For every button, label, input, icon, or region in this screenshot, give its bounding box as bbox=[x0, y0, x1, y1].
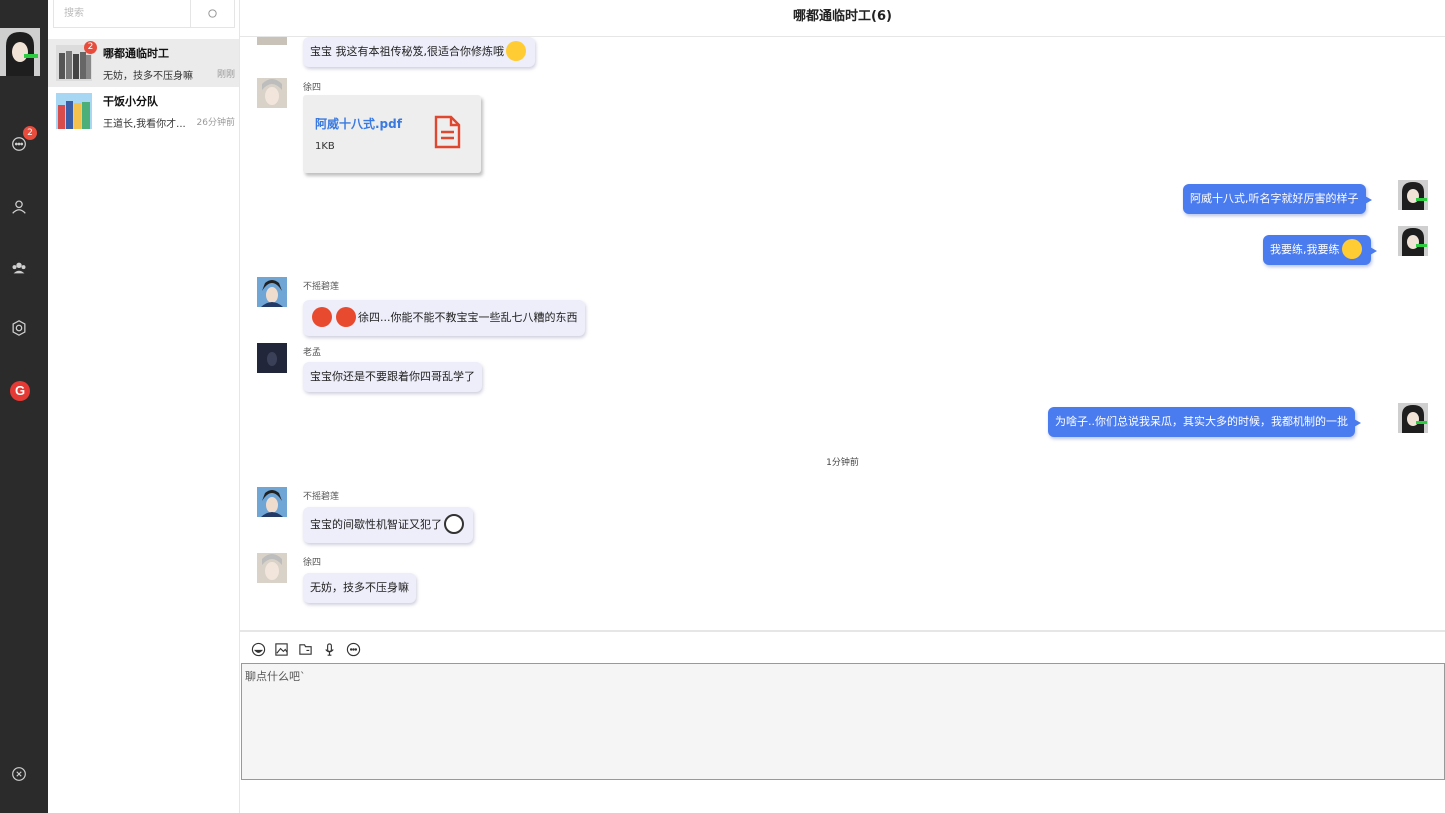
folder-button[interactable] bbox=[297, 641, 313, 657]
conversation-item[interactable]: 2 哪都通临时工 无妨，技多不压身嘛 刚刚 bbox=[48, 39, 239, 87]
message-text: 阿威十八式,听名字就好厉害的样子 bbox=[1190, 192, 1359, 205]
input-toolbar bbox=[240, 636, 1445, 662]
message-text: 无妨，技多不压身嘛 bbox=[310, 581, 409, 594]
message-input-area bbox=[241, 663, 1445, 780]
conversation-list: 2 哪都通临时工 无妨，技多不压身嘛 刚刚 干饭小分队 王道长,我看你才... … bbox=[48, 0, 240, 813]
contacts-icon[interactable] bbox=[9, 197, 29, 217]
message-bubble: 无妨，技多不压身嘛 bbox=[303, 573, 416, 603]
message-bubble: 宝宝 我这有本祖传秘笈,很适合你修炼哦 bbox=[303, 37, 535, 67]
voice-button[interactable] bbox=[321, 641, 337, 657]
message-text: 为啥子..你们总说我呆瓜，其实大多的时候，我都机制的一批 bbox=[1055, 415, 1348, 428]
search-input[interactable] bbox=[54, 0, 192, 27]
laughing-emoji-icon bbox=[506, 41, 526, 61]
last-message: 无妨，技多不压身嘛 bbox=[103, 71, 193, 82]
message-bubble: 宝宝你还是不要跟着你四哥乱学了 bbox=[303, 362, 482, 392]
file-attachment[interactable]: 阿威十八式.pdf 1KB bbox=[303, 95, 481, 173]
angry-emoji-icon bbox=[336, 307, 356, 327]
file-size: 1KB bbox=[315, 141, 335, 152]
user-avatar[interactable] bbox=[0, 28, 40, 76]
emoji-button[interactable] bbox=[250, 641, 266, 657]
sender-avatar bbox=[257, 343, 287, 373]
my-message-bubble: 为啥子..你们总说我呆瓜，其实大多的时候，我都机制的一批 bbox=[1048, 407, 1361, 437]
message-bubble: 徐四...你能不能不教宝宝一些乱七八糟的东西 bbox=[303, 300, 585, 336]
sender-avatar bbox=[257, 78, 287, 108]
time-divider: 1分钟前 bbox=[826, 458, 859, 468]
chat-badge: 2 bbox=[23, 126, 37, 140]
image-icon bbox=[274, 642, 288, 656]
groups-icon[interactable] bbox=[9, 258, 29, 278]
chat-panel: 哪都通临时工(6) 宝宝 我这有本祖传秘笈,很适合你修炼哦 徐四 阿威十八式.p… bbox=[240, 0, 1445, 813]
conversation-item[interactable]: 干饭小分队 王道长,我看你才... 26分钟前 bbox=[48, 87, 239, 135]
my-avatar bbox=[1398, 226, 1428, 256]
message-text: 宝宝 我这有本祖传秘笈,很适合你修炼哦 bbox=[310, 45, 504, 58]
sender-name: 不摇碧莲 bbox=[303, 282, 340, 292]
g-logo-icon[interactable]: G bbox=[10, 381, 30, 401]
sender-avatar bbox=[257, 37, 287, 45]
message-text: 宝宝的间歇性机智证又犯了 bbox=[310, 518, 442, 531]
penguin-emoji-icon bbox=[444, 514, 464, 534]
unread-badge: 2 bbox=[84, 41, 97, 54]
image-button[interactable] bbox=[273, 641, 289, 657]
message-text: 徐四...你能不能不教宝宝一些乱七八糟的东西 bbox=[358, 311, 578, 324]
smile-icon bbox=[251, 642, 265, 656]
message-list[interactable]: 宝宝 我这有本祖传秘笈,很适合你修炼哦 徐四 阿威十八式.pdf 1KB 阿威十… bbox=[240, 37, 1445, 632]
chat-bubble-icon bbox=[346, 642, 360, 656]
more-chat-button[interactable] bbox=[345, 641, 361, 657]
search-icon bbox=[208, 9, 217, 18]
my-message-bubble: 我要练,我要练 bbox=[1263, 235, 1376, 265]
last-message-time: 26分钟前 bbox=[196, 118, 235, 128]
my-avatar bbox=[1398, 403, 1428, 433]
document-icon bbox=[434, 115, 461, 149]
settings-icon[interactable] bbox=[9, 318, 29, 338]
search-button[interactable] bbox=[190, 0, 234, 27]
message-text: 宝宝你还是不要跟着你四哥乱学了 bbox=[310, 370, 475, 383]
sender-avatar bbox=[257, 553, 287, 583]
chat-title: 哪都通临时工(6) bbox=[240, 0, 1445, 37]
left-nav: 2 G bbox=[0, 0, 48, 813]
message-bubble: 宝宝的间歇性机智证又犯了 bbox=[303, 507, 473, 543]
sender-avatar bbox=[257, 277, 287, 307]
sender-name: 徐四 bbox=[303, 83, 322, 93]
folder-icon bbox=[298, 643, 312, 655]
close-icon[interactable] bbox=[9, 764, 29, 784]
microphone-icon bbox=[324, 642, 334, 656]
sender-name: 老孟 bbox=[303, 348, 322, 358]
my-avatar bbox=[1398, 180, 1428, 210]
conversation-name: 干饭小分队 bbox=[103, 95, 158, 108]
message-input[interactable] bbox=[242, 664, 1444, 779]
my-message-bubble: 阿威十八式,听名字就好厉害的样子 bbox=[1183, 184, 1371, 214]
search-box bbox=[53, 0, 235, 28]
last-message-time: 刚刚 bbox=[216, 70, 235, 80]
sender-avatar bbox=[257, 487, 287, 517]
chat-app: 2 G 搜索 2 哪都通临时工 无妨，技多不压身嘛 刚刚 干饭小分队 王道长,我… bbox=[0, 0, 1445, 813]
sender-name: 不摇碧莲 bbox=[303, 492, 340, 502]
conversation-name: 哪都通临时工 bbox=[103, 47, 169, 60]
angry-emoji-icon bbox=[312, 307, 332, 327]
group-avatar bbox=[56, 93, 92, 129]
last-message: 王道长,我看你才... bbox=[103, 119, 186, 130]
file-name[interactable]: 阿威十八式.pdf bbox=[315, 115, 402, 132]
message-text: 我要练,我要练 bbox=[1270, 243, 1340, 256]
smile-emoji-icon bbox=[1341, 239, 1362, 259]
sender-name: 徐四 bbox=[303, 558, 322, 568]
